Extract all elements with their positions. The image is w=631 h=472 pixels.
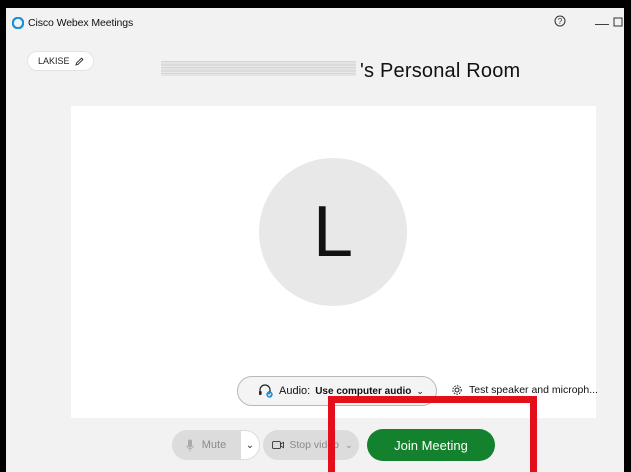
video-camera-icon <box>272 441 284 449</box>
name-tag-label: LAKISE <box>38 56 70 66</box>
webex-logo-icon <box>12 17 24 29</box>
chevron-down-icon: ⌄ <box>416 385 424 396</box>
audio-label: Audio: <box>279 385 311 397</box>
mute-options-button[interactable]: ⌄ <box>240 430 260 460</box>
meeting-controls: Mute ⌄ Stop video ⌄ Join Meeting <box>6 420 631 472</box>
avatar: L <box>259 158 407 306</box>
title-bar: Cisco Webex Meetings ? — <box>6 8 631 38</box>
gear-icon <box>452 385 462 395</box>
mute-button[interactable]: Mute <box>172 430 240 460</box>
page-title: 's Personal Room <box>360 60 521 82</box>
app-title: Cisco Webex Meetings <box>28 17 134 29</box>
highlight-annotation <box>328 396 537 472</box>
window-edge <box>624 0 631 472</box>
test-speaker-label: Test speaker and microph... <box>469 384 598 396</box>
edit-name-button[interactable]: LAKISE <box>28 52 93 70</box>
help-icon[interactable]: ? <box>554 15 566 31</box>
minimize-icon[interactable]: — <box>595 15 609 31</box>
pencil-icon <box>74 56 84 66</box>
svg-text:?: ? <box>558 17 563 26</box>
maximize-icon[interactable] <box>613 15 623 31</box>
redacted-host-name <box>161 61 356 76</box>
test-speaker-link[interactable]: Test speaker and microph... <box>451 384 598 396</box>
webex-window: Cisco Webex Meetings ? — LAKISE 's Perso… <box>6 8 631 472</box>
audio-value: Use computer audio <box>315 385 412 397</box>
microphone-icon <box>186 439 194 451</box>
chevron-down-icon: ⌄ <box>245 439 255 451</box>
video-preview: L Audio: Use computer audio ⌄ Test speak… <box>71 106 598 418</box>
headset-icon <box>259 384 273 398</box>
mute-label: Mute <box>201 439 227 451</box>
